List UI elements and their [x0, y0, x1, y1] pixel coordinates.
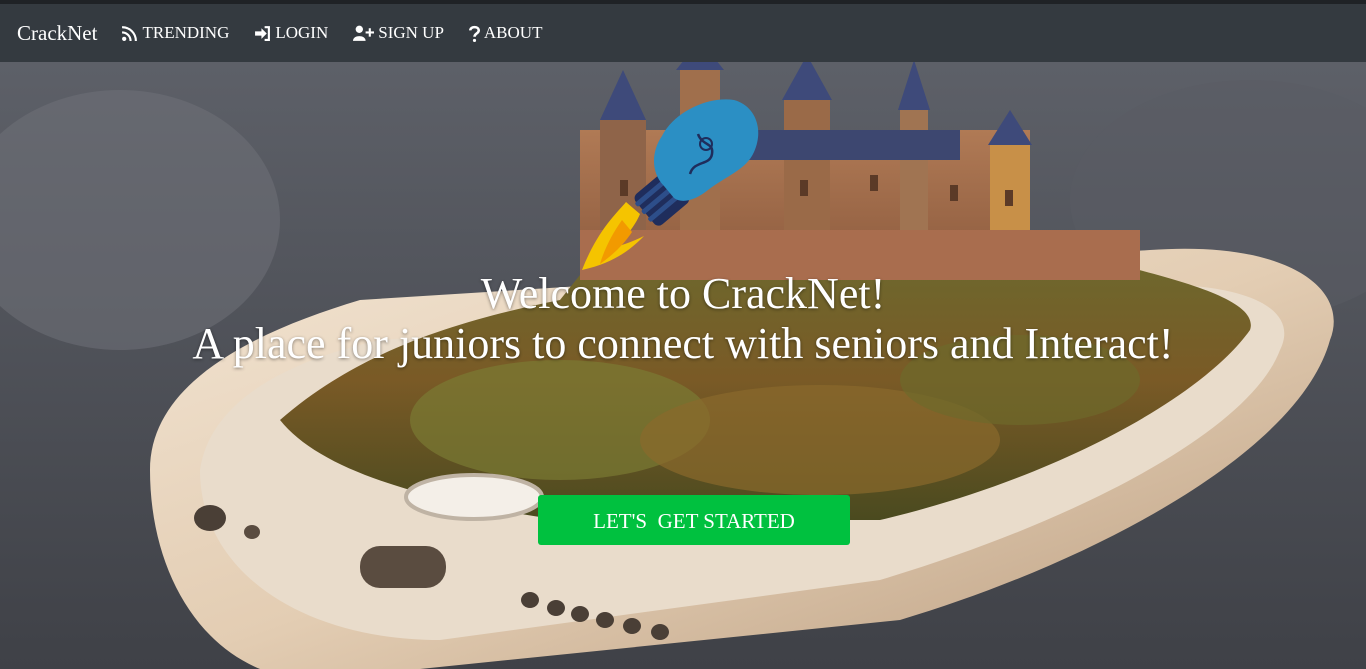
landing-page: CrackNet TRENDING LOGIN SIGN UP ABOUT We…: [0, 0, 1366, 669]
rss-icon: [122, 25, 138, 41]
sign-in-icon: [255, 25, 271, 41]
nav-signup-label: SIGN UP: [378, 23, 444, 42]
nav-signup[interactable]: SIGN UP: [353, 23, 444, 43]
nav-trending[interactable]: TRENDING: [121, 23, 229, 43]
nav-login[interactable]: LOGIN: [254, 23, 328, 43]
brand-link[interactable]: CrackNet: [17, 21, 97, 46]
user-plus-icon: [353, 25, 375, 41]
hero-section: Welcome to CrackNet! A place for juniors…: [0, 62, 1366, 669]
nav-about-label: ABOUT: [483, 23, 543, 42]
get-started-button[interactable]: LET'S GET STARTED: [538, 495, 850, 545]
question-icon: [468, 25, 480, 42]
tagline-heading: A place for juniors to connect with seni…: [192, 319, 1174, 368]
nav-about[interactable]: ABOUT: [468, 23, 543, 43]
nav-trending-label: TRENDING: [142, 23, 230, 42]
lightbulb-rocket-icon: [582, 99, 759, 270]
welcome-heading: Welcome to CrackNet!: [480, 269, 886, 318]
navbar: CrackNet TRENDING LOGIN SIGN UP ABOUT: [0, 0, 1366, 62]
nav-login-label: LOGIN: [275, 23, 329, 42]
